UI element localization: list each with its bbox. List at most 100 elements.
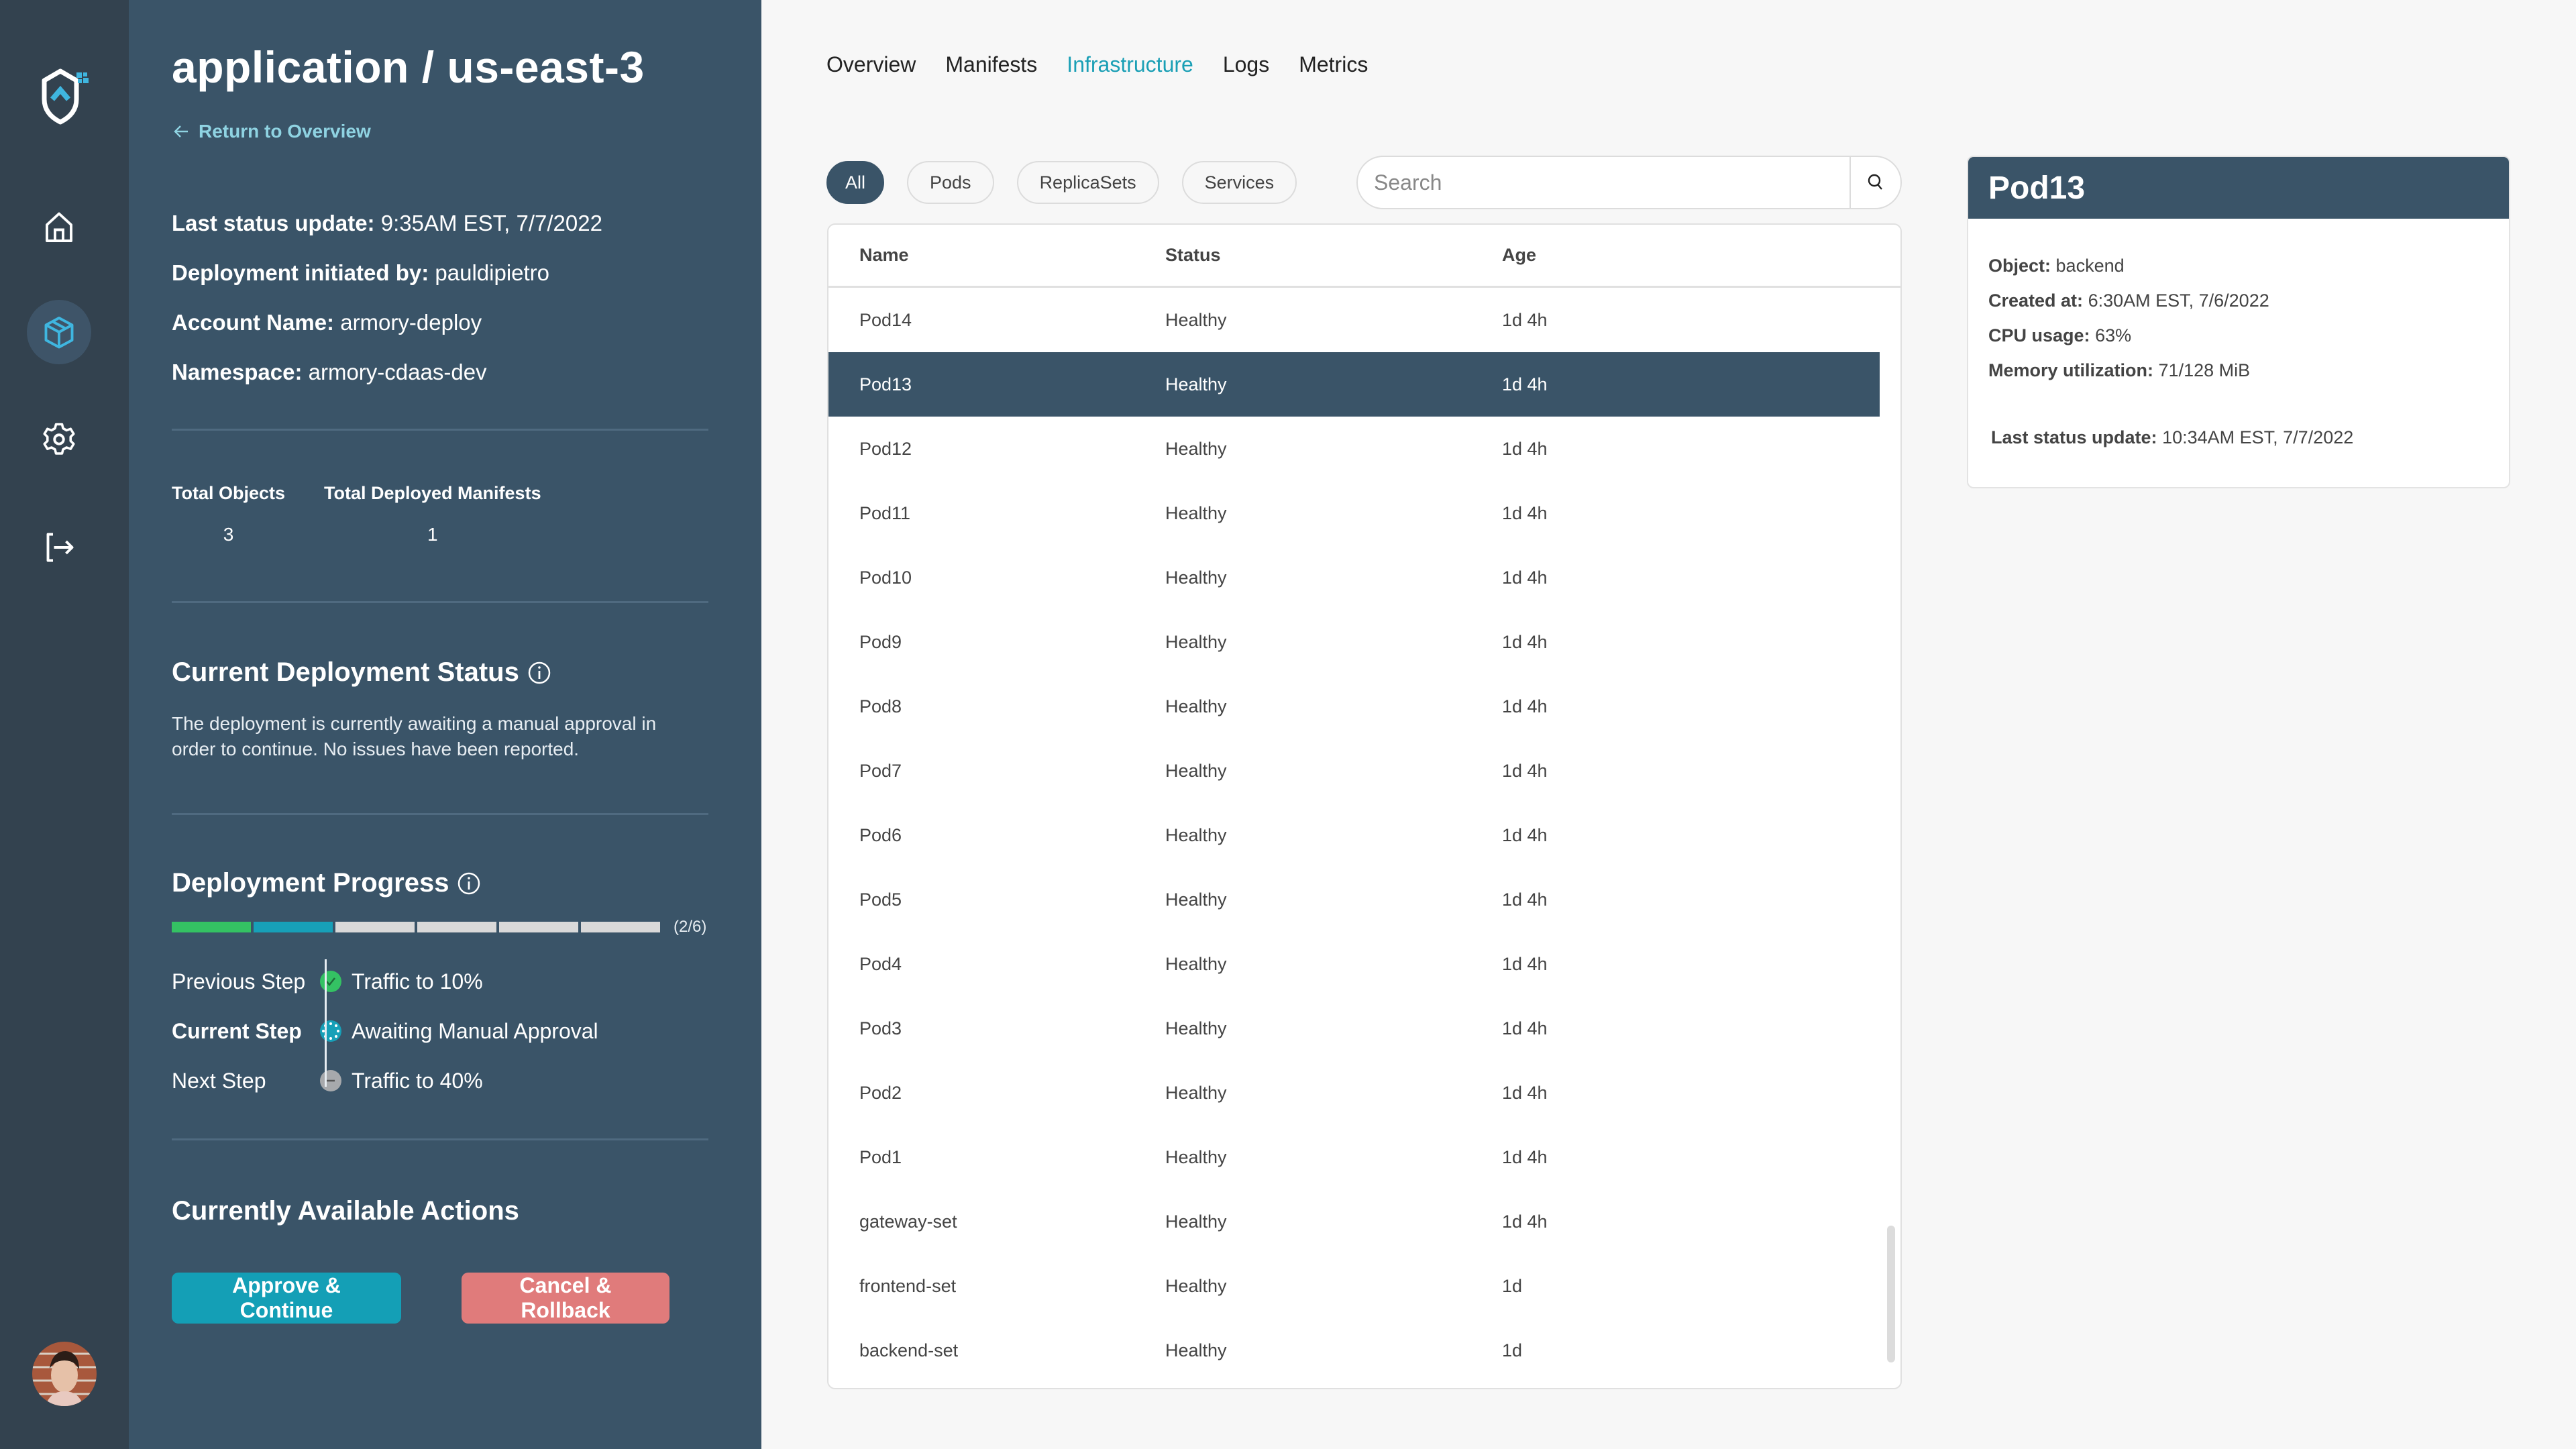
filter-replicasets[interactable]: ReplicaSets xyxy=(1016,161,1159,204)
pod-details-card: Pod13 Object: backend Created at: 6:30AM… xyxy=(1967,156,2510,488)
table-row[interactable]: Pod13 Healthy 1d 4h xyxy=(828,352,1880,417)
meta-last-status-update: Last status update: 9:35AM EST, 7/7/2022 xyxy=(172,211,602,235)
cell-status: Healthy xyxy=(1165,374,1227,394)
pending-minus-icon xyxy=(320,1070,341,1091)
table-row[interactable]: Pod14 Healthy 1d 4h xyxy=(828,288,1880,352)
table-scrollbar[interactable] xyxy=(1887,1226,1895,1362)
tab-metrics[interactable]: Metrics xyxy=(1299,52,1368,77)
table-body: Pod14 Healthy 1d 4h Pod13 Healthy 1d 4h Pod12 H… xyxy=(828,288,1900,1383)
cell-status: Healthy xyxy=(1165,438,1227,459)
cancel-rollback-button[interactable]: Cancel & Rollback xyxy=(462,1273,669,1324)
progress-segment-current xyxy=(254,922,333,932)
cell-name: Pod8 xyxy=(859,696,902,716)
detail-memory-utilization: Memory utilization: 71/128 MiB xyxy=(1988,360,2251,380)
filter-all[interactable]: All xyxy=(826,161,885,204)
filter-services[interactable]: Services xyxy=(1181,161,1297,204)
available-actions-heading: Currently Available Actions xyxy=(172,1196,519,1226)
table-row[interactable]: Pod6 Healthy 1d 4h xyxy=(828,803,1880,867)
deployment-stats: Total Objects 3 Total Deployed Manifests… xyxy=(172,483,541,545)
cell-age: 1d 4h xyxy=(1502,1146,1548,1167)
cell-name: Pod11 xyxy=(859,502,911,523)
cell-age: 1d 4h xyxy=(1502,374,1548,394)
cell-name: frontend-set xyxy=(859,1275,957,1296)
table-row[interactable]: Pod11 Healthy 1d 4h xyxy=(828,481,1880,545)
cell-age: 1d 4h xyxy=(1502,1211,1548,1232)
cell-status: Healthy xyxy=(1165,1275,1227,1296)
cell-name: Pod7 xyxy=(859,760,902,781)
icon-rail xyxy=(0,0,129,1449)
tab-infrastructure[interactable]: Infrastructure xyxy=(1067,52,1193,77)
cell-name: Pod12 xyxy=(859,438,912,459)
armory-logo-icon[interactable] xyxy=(34,62,101,129)
table-row[interactable]: Pod4 Healthy 1d 4h xyxy=(828,932,1880,996)
info-icon[interactable] xyxy=(457,871,481,896)
detail-cpu-usage: CPU usage: 63% xyxy=(1988,325,2132,345)
table-row[interactable]: Pod1 Healthy 1d 4h xyxy=(828,1125,1880,1189)
table-row[interactable]: Pod3 Healthy 1d 4h xyxy=(828,996,1880,1061)
cell-status: Healthy xyxy=(1165,953,1227,974)
table-row[interactable]: Pod9 Healthy 1d 4h xyxy=(828,610,1880,674)
progress-segment-pending xyxy=(499,922,578,932)
table-row[interactable]: Pod8 Healthy 1d 4h xyxy=(828,674,1880,739)
tab-overview[interactable]: Overview xyxy=(826,52,916,77)
tab-logs[interactable]: Logs xyxy=(1223,52,1269,77)
table-row[interactable]: backend-set Healthy 1d xyxy=(828,1318,1880,1383)
nav-settings[interactable] xyxy=(27,407,91,472)
meta-namespace: Namespace: armory-cdaas-dev xyxy=(172,360,487,384)
details-title: Pod13 xyxy=(1968,157,2509,219)
cell-age: 1d 4h xyxy=(1502,889,1548,910)
cell-name: Pod13 xyxy=(859,374,912,394)
divider xyxy=(172,601,708,603)
infrastructure-table: Name Status Age Pod14 Healthy 1d 4h Pod13 He… xyxy=(827,223,1902,1389)
home-icon xyxy=(46,212,72,242)
table-row[interactable]: frontend-set Healthy 1d xyxy=(828,1254,1880,1318)
check-circle-icon xyxy=(320,971,341,992)
approve-continue-button[interactable]: Approve & Continue xyxy=(172,1273,401,1324)
deployment-meta: Last status update: 9:35AM EST, 7/7/2022… xyxy=(172,199,602,397)
progress-count: (2/6) xyxy=(674,918,707,936)
search-input[interactable] xyxy=(1358,157,1849,208)
return-to-overview-label: Return to Overview xyxy=(199,121,371,142)
cell-age: 1d 4h xyxy=(1502,502,1548,523)
cell-name: Pod5 xyxy=(859,889,902,910)
cell-age: 1d xyxy=(1502,1340,1523,1360)
table-row[interactable]: Pod10 Healthy 1d 4h xyxy=(828,545,1880,610)
column-header-age[interactable]: Age xyxy=(1502,245,1804,266)
step-current: Current Step Awaiting Manual Approval xyxy=(172,1018,598,1043)
arrow-left-icon xyxy=(174,125,188,138)
cell-status: Healthy xyxy=(1165,1082,1227,1103)
table-row[interactable]: Pod2 Healthy 1d 4h xyxy=(828,1061,1880,1125)
cell-name: Pod10 xyxy=(859,567,912,588)
info-icon[interactable] xyxy=(527,661,551,685)
cell-age: 1d 4h xyxy=(1502,309,1548,330)
column-header-status[interactable]: Status xyxy=(1165,245,1502,266)
cell-status: Healthy xyxy=(1165,1018,1227,1038)
progress-segment-pending xyxy=(335,922,415,932)
nav-home[interactable] xyxy=(27,195,91,259)
column-header-name[interactable]: Name xyxy=(828,245,1165,266)
cell-age: 1d xyxy=(1502,1275,1523,1296)
cell-name: Pod4 xyxy=(859,953,902,974)
action-buttons: Approve & Continue Cancel & Rollback xyxy=(172,1273,669,1324)
search-button[interactable] xyxy=(1849,157,1900,208)
table-row[interactable]: gateway-set Healthy 1d 4h xyxy=(828,1189,1880,1254)
stat-total-deployed-manifests: Total Deployed Manifests 1 xyxy=(324,483,541,545)
nav-deployments[interactable] xyxy=(27,300,91,364)
table-row[interactable]: Pod7 Healthy 1d 4h xyxy=(828,739,1880,803)
table-row[interactable]: Pod5 Healthy 1d 4h xyxy=(828,867,1880,932)
cell-age: 1d 4h xyxy=(1502,438,1548,459)
logout-icon xyxy=(46,533,74,562)
page-title: application / us-east-3 xyxy=(172,42,645,92)
tab-manifests[interactable]: Manifests xyxy=(945,52,1037,77)
cell-status: Healthy xyxy=(1165,889,1227,910)
search-box xyxy=(1356,156,1902,209)
filter-pods[interactable]: Pods xyxy=(907,161,994,204)
detail-last-status-update: Last status update: 10:34AM EST, 7/7/202… xyxy=(1991,427,2354,447)
nav-logout[interactable] xyxy=(27,515,91,580)
user-avatar[interactable] xyxy=(32,1342,97,1406)
cell-name: Pod14 xyxy=(859,309,912,330)
cell-name: gateway-set xyxy=(859,1211,957,1232)
table-row[interactable]: Pod12 Healthy 1d 4h xyxy=(828,417,1880,481)
return-to-overview-link[interactable]: Return to Overview xyxy=(172,121,371,142)
progress-segment-pending xyxy=(417,922,496,932)
